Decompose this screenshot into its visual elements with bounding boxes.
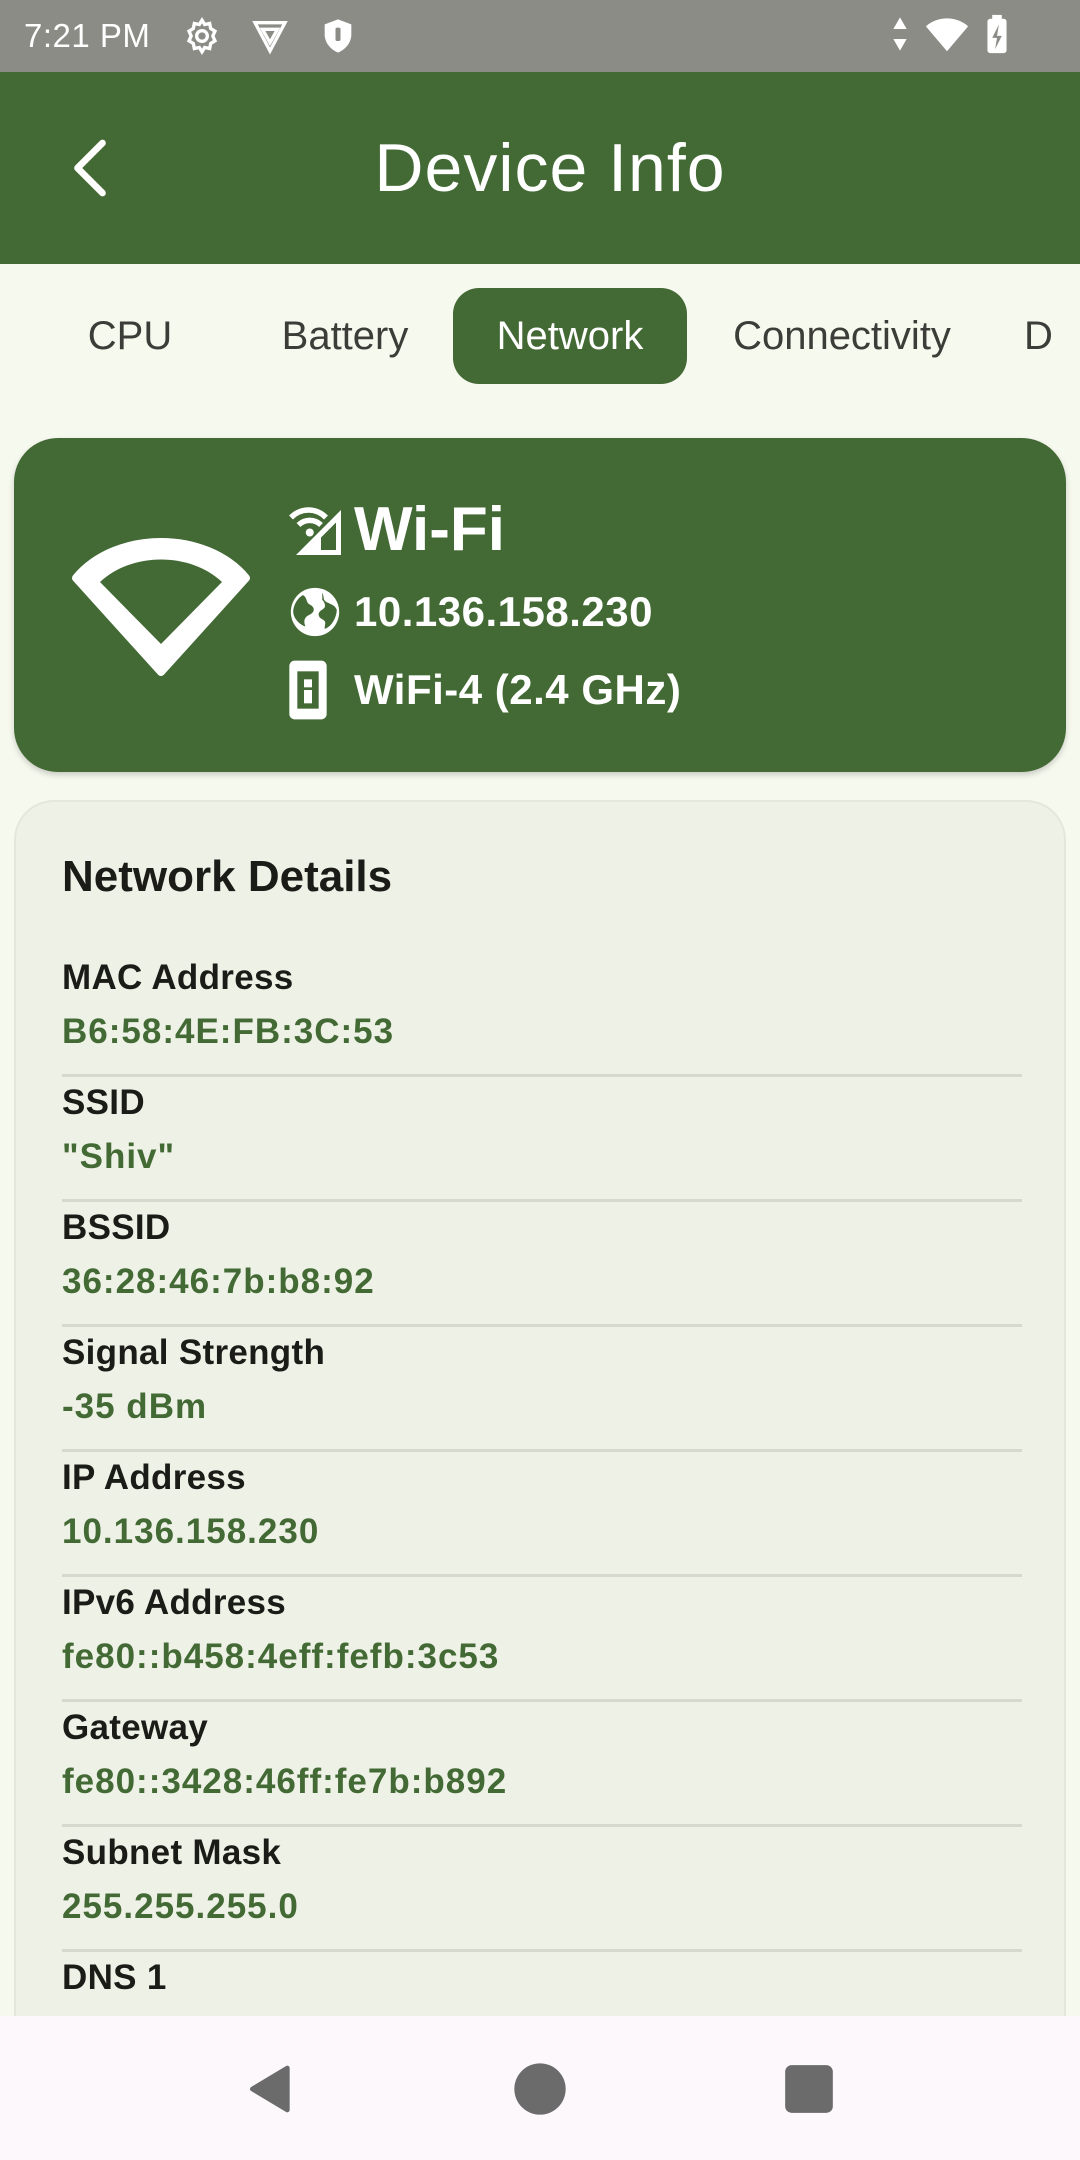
detail-row-ip: IP Address 10.136.158.230: [62, 1452, 1022, 1577]
detail-value[interactable]: -35 dBm: [62, 1387, 207, 1427]
detail-label: SSID: [62, 1083, 145, 1122]
hero-ip-address: 10.136.158.230: [354, 588, 653, 635]
detail-value[interactable]: fe80::b458:4eff:fefb:3c53: [62, 1637, 499, 1677]
detail-label: Gateway: [62, 1708, 209, 1747]
system-nav-bar: [0, 2016, 1080, 2160]
detail-label: IPv6 Address: [62, 1583, 287, 1622]
detail-row-ssid: SSID "Shiv": [62, 1077, 1022, 1202]
battery-charging-icon: [984, 13, 1010, 60]
detail-label: BSSID: [62, 1208, 171, 1247]
nav-back-button[interactable]: [236, 2054, 306, 2124]
wifi-icon: 4: [924, 14, 970, 59]
nav-back-icon: [250, 2065, 290, 2113]
connection-type-row: Wi-Fi: [286, 494, 505, 565]
detail-value[interactable]: fe80::3428:46ff:fe7b:b892: [62, 1762, 507, 1802]
wifi-band: WiFi-4 (2.4 GHz): [354, 666, 682, 713]
detail-row-subnet: Subnet Mask 255.255.255.0: [62, 1827, 1022, 1952]
detail-value[interactable]: "Shiv": [62, 1137, 175, 1177]
wifi-signal-icon: [286, 500, 354, 560]
detail-row-signal: Signal Strength -35 dBm: [62, 1327, 1022, 1452]
detail-label: DNS 1: [62, 1958, 167, 1997]
details-list: MAC Address B6:58:4E:FB:3C:53 SSID "Shiv…: [62, 952, 1022, 2077]
tab-next-partial[interactable]: D: [1024, 288, 1080, 384]
detail-row-ipv6: IPv6 Address fe80::b458:4eff:fefb:3c53: [62, 1577, 1022, 1702]
detail-label: Subnet Mask: [62, 1833, 282, 1872]
tab-bar: CPU Battery Network Connectivity D: [0, 264, 1080, 414]
band-row: WiFi-4 (2.4 GHz): [286, 660, 681, 720]
status-right-icons: 4: [890, 0, 1010, 72]
wifi-large-icon: [72, 538, 250, 676]
network-details-card: Network Details MAC Address B6:58:4E:FB:…: [14, 800, 1066, 2100]
nav-recents-icon: [785, 2065, 833, 2113]
network-summary-card: Wi-Fi 10.136.158.230 WiFi-4 (2.4 GHz): [14, 438, 1066, 772]
wifi-badge: 4: [958, 35, 970, 58]
detail-row-bssid: BSSID 36:28:46:7b:b8:92: [62, 1202, 1022, 1327]
connection-type: Wi-Fi: [354, 495, 505, 564]
globe-icon: [286, 582, 354, 642]
data-arrows-icon: [890, 14, 910, 59]
tab-battery[interactable]: Battery: [262, 288, 428, 384]
tab-connectivity[interactable]: Connectivity: [714, 288, 970, 384]
detail-value[interactable]: 36:28:46:7b:b8:92: [62, 1262, 375, 1302]
security-shield-icon: [316, 14, 360, 58]
page-title: Device Info: [374, 130, 726, 206]
detail-value[interactable]: 255.255.255.0: [62, 1887, 299, 1927]
status-bar: 7:21 PM 4: [0, 0, 1080, 72]
detail-label: Signal Strength: [62, 1333, 326, 1372]
status-time: 7:21 PM: [24, 17, 151, 54]
detail-value[interactable]: B6:58:4E:FB:3C:53: [62, 1012, 394, 1052]
screen: 7:21 PM 4 Device Info CPU Battery Networ…: [0, 0, 1080, 2160]
app-bar: Device Info: [0, 72, 1080, 264]
tab-network[interactable]: Network: [453, 288, 687, 384]
detail-row-mac: MAC Address B6:58:4E:FB:3C:53: [62, 952, 1022, 1077]
detail-label: IP Address: [62, 1458, 246, 1497]
phone-icon: [286, 660, 354, 720]
vpn-shield-icon: [248, 14, 292, 58]
ip-row: 10.136.158.230: [286, 582, 653, 642]
gear-icon: [180, 14, 224, 58]
detail-label: MAC Address: [62, 958, 294, 997]
nav-home-button[interactable]: [505, 2054, 575, 2124]
detail-value[interactable]: 10.136.158.230: [62, 1512, 319, 1552]
detail-row-gateway: Gateway fe80::3428:46ff:fe7b:b892: [62, 1702, 1022, 1827]
section-title: Network Details: [62, 852, 393, 901]
tab-cpu[interactable]: CPU: [60, 288, 200, 384]
nav-recents-button[interactable]: [774, 2054, 844, 2124]
nav-home-icon: [514, 2063, 566, 2115]
